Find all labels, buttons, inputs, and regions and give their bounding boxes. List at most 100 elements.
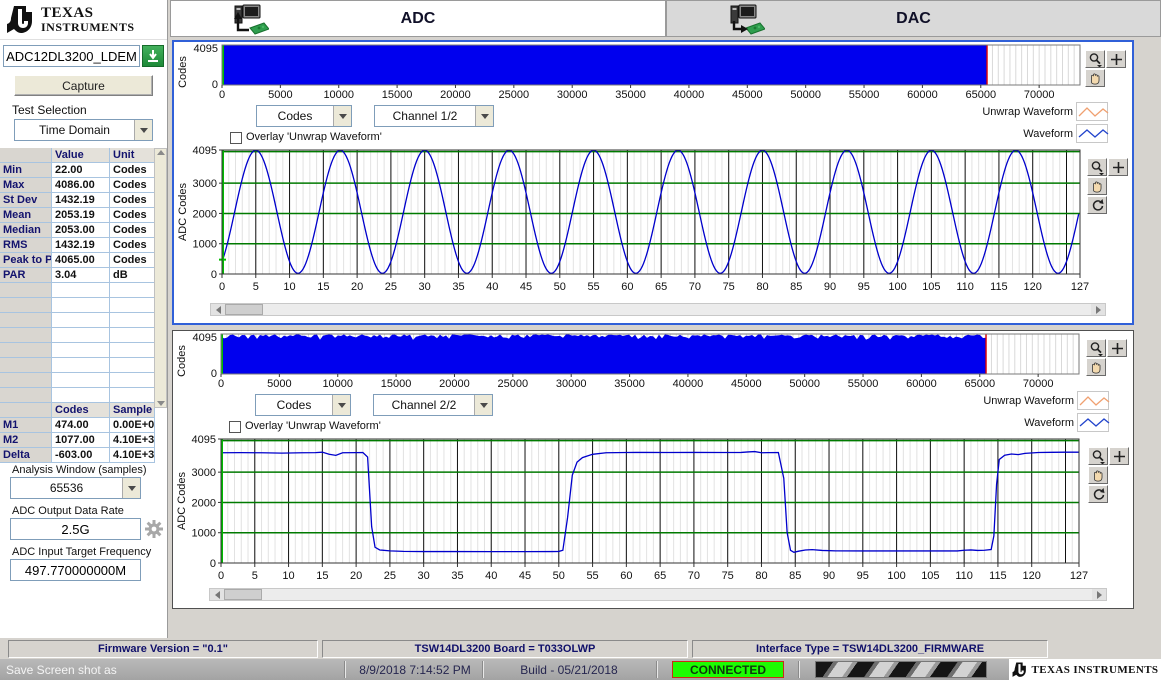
scroll-left-icon[interactable] (210, 589, 224, 600)
crosshair-tool-icon[interactable] (1106, 50, 1126, 68)
x-tick-label: 100 (887, 570, 905, 582)
x-tick-label: 20 (350, 570, 362, 582)
x-tick-label: 45 (520, 281, 532, 293)
test-selection-label: Test Selection (12, 103, 167, 117)
ch2-units-dropdown[interactable]: Codes (255, 394, 351, 416)
x-tick-label: 20 (351, 281, 363, 293)
row-value: 474.00 (52, 418, 110, 433)
table-row: Median2053.00Codes (0, 223, 167, 238)
x-tick-label: 45000 (731, 378, 762, 389)
brand-line1: Texas (41, 6, 135, 21)
zoom-tool-icon[interactable] (1088, 447, 1108, 465)
pan-hand-icon[interactable] (1087, 177, 1107, 195)
table-scrollbar[interactable] (154, 148, 167, 408)
scroll-right-icon[interactable] (1091, 304, 1105, 315)
x-tick-label: 0 (218, 378, 224, 389)
x-tick-label: 100 (888, 281, 906, 293)
x-tick-label: 35000 (615, 89, 646, 100)
empty-cell (110, 343, 155, 358)
analysis-window-dropdown[interactable]: 65536 (10, 477, 141, 499)
table-row: Delta-603.004.10E+3 (0, 448, 167, 463)
zoom-reset-icon[interactable] (1087, 196, 1107, 214)
zoom-tool-icon[interactable] (1086, 339, 1106, 357)
adc-output-rate-input[interactable]: 2.5G (10, 518, 141, 540)
unwrap-waveform-line-icon (1076, 102, 1108, 121)
crosshair-tool-icon[interactable] (1107, 339, 1127, 357)
ch2-hscrollbar[interactable] (209, 588, 1107, 601)
table-empty-row (0, 388, 167, 403)
row-label: M1 (0, 418, 52, 433)
zoom-tool-icon[interactable] (1087, 158, 1107, 176)
row-label (0, 328, 52, 343)
y-axis-label: Codes (177, 56, 189, 88)
zoom-reset-icon[interactable] (1088, 485, 1108, 503)
zoom-tool-icon[interactable] (1085, 50, 1105, 68)
pan-hand-icon[interactable] (1085, 69, 1105, 87)
unwrap-waveform-line-icon (1077, 391, 1109, 410)
x-tick-label: 0 (219, 281, 225, 293)
ch2-legend-unwrap[interactable]: Unwrap Waveform (983, 391, 1109, 410)
x-tick-label: 10 (282, 570, 294, 582)
table-row: PAR3.04dB (0, 268, 167, 283)
connection-status-badge: CONNECTED (672, 661, 784, 678)
scroll-right-icon[interactable] (1092, 589, 1106, 600)
row-label (0, 313, 52, 328)
x-tick-label: 115 (989, 570, 1007, 582)
ch1-waveform-chart[interactable]: 0510152025303540455055606570758085909510… (176, 146, 1126, 298)
x-tick-label: 15000 (381, 378, 412, 389)
scroll-left-icon[interactable] (211, 304, 225, 315)
y-tick-label: 0 (212, 79, 218, 91)
x-tick-label: 0 (218, 570, 224, 582)
device-selector-input[interactable]: ADC12DL3200_LDEM (3, 45, 140, 67)
ch1-overview-chart[interactable]: 0500010000150002000025000300003500040000… (176, 42, 1126, 100)
ch1-units-value: Codes (257, 106, 333, 126)
capture-button[interactable]: Capture (14, 75, 153, 96)
dropdown-arrow-icon (122, 478, 140, 498)
settings-gear-icon[interactable] (144, 519, 164, 542)
test-selection-dropdown[interactable]: Time Domain (14, 119, 153, 141)
ch1-channel-dropdown[interactable]: Channel 1/2 (374, 105, 494, 127)
ch1-hscrollbar[interactable] (210, 303, 1106, 316)
scrollbar-thumb[interactable] (224, 589, 262, 600)
x-tick-label: 20000 (439, 378, 470, 389)
tab-dac[interactable]: DAC (666, 0, 1161, 37)
scrollbar-thumb[interactable] (225, 304, 263, 315)
ch1-overlay-checkbox[interactable] (230, 132, 242, 144)
ch2-legend-waveform[interactable]: Waveform (1024, 413, 1109, 432)
stats-table: ValueUnitMin22.00CodesMax4086.00CodesSt … (0, 148, 167, 343)
ch1-units-dropdown[interactable]: Codes (256, 105, 352, 127)
save-screenshot-link[interactable]: Save Screen shot as (6, 659, 117, 680)
tab-dac-title: DAC (667, 10, 1160, 28)
x-tick-label: 70 (688, 570, 700, 582)
scroll-up-icon[interactable] (157, 150, 165, 155)
x-tick-label: 60000 (907, 89, 938, 100)
row-value: Unit (110, 148, 155, 163)
ch2-waveform-chart[interactable]: 0510152025303540455055606570758085909510… (175, 435, 1125, 587)
tab-adc[interactable]: ADC (170, 0, 666, 37)
x-tick-label: 110 (956, 281, 974, 293)
legend-waveform-label: Waveform (1024, 417, 1074, 429)
table-row: M1474.000.00E+0 (0, 418, 167, 433)
dropdown-arrow-icon (475, 106, 493, 126)
ch2-overlay-checkbox[interactable] (229, 421, 241, 433)
adc-input-freq-input[interactable]: 497.770000000M (10, 559, 141, 581)
pan-hand-icon[interactable] (1086, 358, 1106, 376)
x-tick-label: 115 (990, 281, 1008, 293)
y-axis-label: ADC Codes (176, 471, 188, 530)
ch2-channel-dropdown[interactable]: Channel 2/2 (373, 394, 493, 416)
ch1-legend-unwrap[interactable]: Unwrap Waveform (982, 102, 1108, 121)
device-download-button[interactable] (142, 45, 164, 67)
scroll-down-icon[interactable] (157, 401, 165, 406)
channel2-panel: 0500010000150002000025000300003500040000… (172, 330, 1134, 609)
table-empty-row (0, 343, 167, 358)
row-value (110, 313, 155, 328)
x-tick-label: 120 (1023, 570, 1041, 582)
x-tick-label: 0 (219, 89, 225, 100)
crosshair-tool-icon[interactable] (1109, 447, 1129, 465)
ch2-overview-chart[interactable]: 0500010000150002000025000300003500040000… (175, 331, 1125, 389)
pan-hand-icon[interactable] (1088, 466, 1108, 484)
ch1-legend-waveform[interactable]: Waveform (1023, 124, 1108, 143)
empty-cell (52, 373, 110, 388)
crosshair-tool-icon[interactable] (1108, 158, 1128, 176)
firmware-version-status: Firmware Version = "0.1" (8, 640, 318, 658)
